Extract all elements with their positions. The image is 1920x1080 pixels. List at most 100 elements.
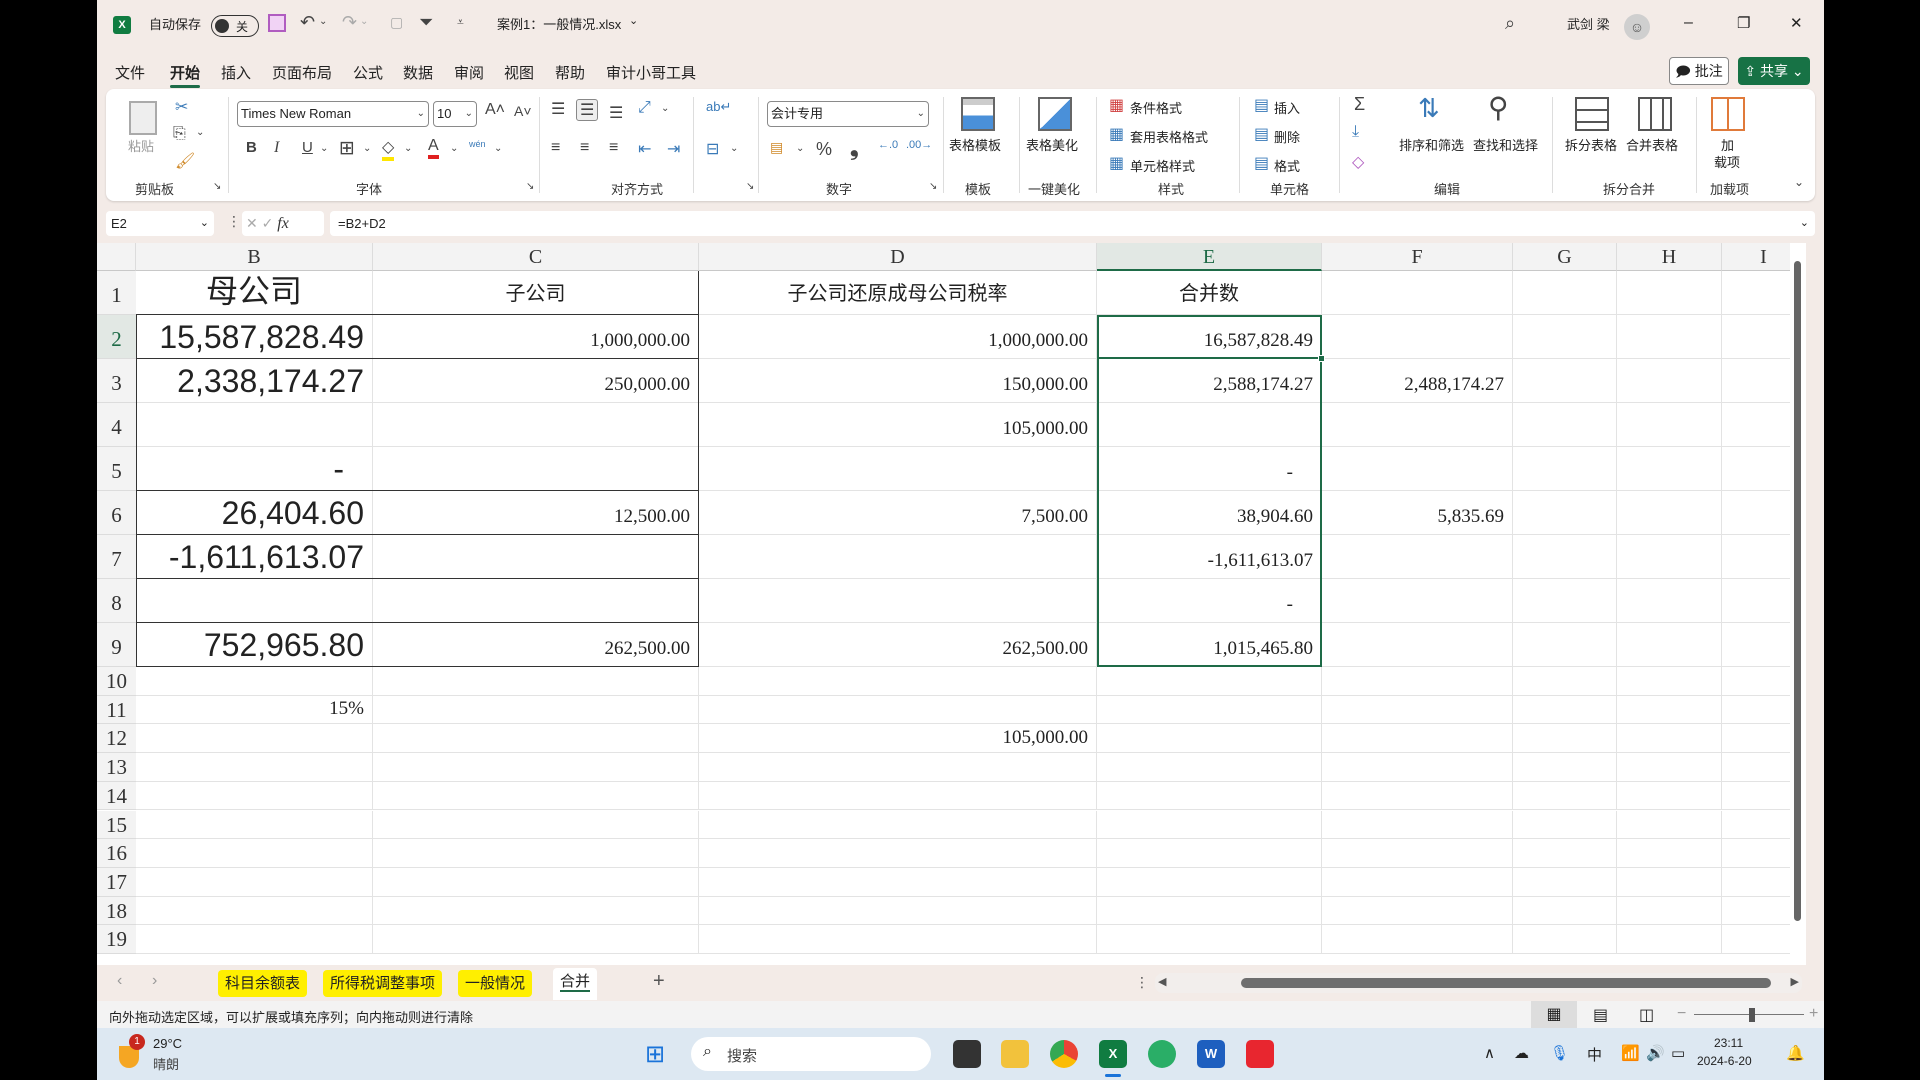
format-painter-icon[interactable]: 🖌 bbox=[175, 151, 195, 171]
cell-d19[interactable] bbox=[699, 925, 1097, 954]
cell-h12[interactable] bbox=[1617, 724, 1722, 754]
tab-insert[interactable]: 插入 bbox=[221, 62, 251, 83]
document-title[interactable]: 案例1：一般情况.xlsx bbox=[497, 14, 621, 33]
cell-f3[interactable]: 2,488,174.27 bbox=[1322, 359, 1513, 403]
cell-c16[interactable] bbox=[373, 839, 699, 868]
cell-f12[interactable] bbox=[1322, 724, 1513, 754]
find-select-button[interactable]: 查找和选择 bbox=[1473, 135, 1538, 154]
paste-icon[interactable] bbox=[129, 101, 157, 135]
cell-g6[interactable] bbox=[1513, 491, 1617, 535]
number-format-select[interactable]: 会计专用 ⌄ bbox=[767, 101, 929, 127]
cell-d16[interactable] bbox=[699, 839, 1097, 868]
zoom-out-icon[interactable]: − bbox=[1677, 1005, 1686, 1023]
fill-handle[interactable] bbox=[1318, 355, 1325, 362]
cut-icon[interactable]: ✂ bbox=[175, 97, 188, 117]
cell-e1[interactable]: 合并数 bbox=[1097, 271, 1322, 315]
cell-h13[interactable] bbox=[1617, 753, 1722, 782]
cell-e6[interactable]: 38,904.60 bbox=[1097, 491, 1322, 535]
align-right-icon[interactable]: ≡ bbox=[609, 139, 618, 157]
cell-f18[interactable] bbox=[1322, 896, 1513, 926]
cell-c6[interactable]: 12,500.00 bbox=[373, 491, 699, 535]
cell-g16[interactable] bbox=[1513, 839, 1617, 868]
customize-qat-icon[interactable]: ⩡ bbox=[457, 15, 464, 30]
cell-b18[interactable] bbox=[136, 896, 373, 926]
insert-cells-button[interactable]: 插入 bbox=[1274, 98, 1300, 117]
cell-b1[interactable]: 母公司 bbox=[136, 271, 373, 315]
cell-h9[interactable] bbox=[1617, 623, 1722, 667]
formula-input[interactable]: =B2+D2 ⌄ bbox=[330, 211, 1815, 236]
cell-h6[interactable] bbox=[1617, 491, 1722, 535]
align-top-icon[interactable]: ☰ bbox=[551, 99, 565, 119]
clear-icon[interactable]: ◇ bbox=[1352, 152, 1364, 172]
cell-b10[interactable] bbox=[136, 667, 373, 696]
fill-dropdown-icon[interactable]: ⌄ bbox=[404, 143, 412, 154]
row-header-9[interactable]: 9 bbox=[97, 623, 136, 667]
cell-d5[interactable] bbox=[699, 447, 1097, 491]
zoom-slider-thumb[interactable] bbox=[1749, 1008, 1755, 1022]
cell-d8[interactable] bbox=[699, 579, 1097, 623]
tab-formulas[interactable]: 公式 bbox=[353, 62, 383, 83]
table-template-button[interactable]: 表格模板 bbox=[949, 135, 1001, 154]
phonetic-icon[interactable]: wén bbox=[469, 139, 486, 149]
cell-h2[interactable] bbox=[1617, 315, 1722, 359]
table-beautify-button[interactable]: 表格美化 bbox=[1026, 135, 1078, 154]
normal-view-icon[interactable]: ▦ bbox=[1531, 1001, 1577, 1028]
wechat-icon[interactable] bbox=[1148, 1040, 1176, 1068]
copy-dropdown-icon[interactable]: ⌄ bbox=[196, 127, 204, 138]
name-box[interactable]: E2 ⌄ bbox=[106, 211, 214, 236]
row-header-4[interactable]: 4 bbox=[97, 403, 136, 447]
cell-h7[interactable] bbox=[1617, 535, 1722, 579]
cell-f6[interactable]: 5,835.69 bbox=[1322, 491, 1513, 535]
column-header-c[interactable]: C bbox=[373, 243, 699, 271]
cell-c9[interactable]: 262,500.00 bbox=[373, 623, 699, 667]
phonetic-dropdown-icon[interactable]: ⌄ bbox=[494, 143, 502, 154]
decrease-font-icon[interactable]: A˅ bbox=[514, 103, 532, 119]
scrollbar-thumb[interactable] bbox=[1794, 261, 1801, 921]
row-header-6[interactable]: 6 bbox=[97, 491, 136, 535]
cell-c5[interactable] bbox=[373, 447, 699, 491]
filter-icon[interactable]: ⏷ bbox=[419, 12, 433, 33]
tab-home[interactable]: 开始 bbox=[170, 62, 201, 88]
cell-b11[interactable]: 15% bbox=[136, 695, 373, 725]
increase-indent-icon[interactable]: ⇥ bbox=[667, 139, 680, 159]
cell-g4[interactable] bbox=[1513, 403, 1617, 447]
row-header-16[interactable]: 16 bbox=[97, 839, 136, 868]
word-icon[interactable]: W bbox=[1197, 1040, 1225, 1068]
cell-d7[interactable] bbox=[699, 535, 1097, 579]
row-header-15[interactable]: 15 bbox=[97, 810, 136, 840]
addins-icon[interactable] bbox=[1711, 97, 1745, 131]
cell-b13[interactable] bbox=[136, 753, 373, 782]
cell-d17[interactable] bbox=[699, 867, 1097, 897]
cell-d4[interactable]: 105,000.00 bbox=[699, 403, 1097, 447]
collapse-ribbon-icon[interactable]: ⌄ bbox=[1794, 175, 1804, 189]
cell-g12[interactable] bbox=[1513, 724, 1617, 754]
font-size-select[interactable]: 10 ⌄ bbox=[433, 101, 477, 127]
cell-e4[interactable] bbox=[1097, 403, 1322, 447]
clock-date[interactable]: 2024-6-20 bbox=[1697, 1054, 1752, 1068]
vertical-scrollbar[interactable] bbox=[1790, 243, 1806, 965]
cell-f14[interactable] bbox=[1322, 781, 1513, 811]
align-center-icon[interactable]: ≡ bbox=[580, 139, 589, 157]
notification-icon[interactable]: 🔔 bbox=[1786, 1044, 1805, 1062]
autosave-toggle[interactable]: 关 bbox=[211, 15, 259, 37]
row-header-2[interactable]: 2 bbox=[97, 315, 136, 359]
cell-e13[interactable] bbox=[1097, 753, 1322, 782]
fill-color-icon[interactable]: ◇ bbox=[382, 137, 395, 161]
avatar[interactable]: ☺ bbox=[1624, 14, 1650, 40]
underline-dropdown-icon[interactable]: ⌄ bbox=[320, 143, 328, 154]
cell-g10[interactable] bbox=[1513, 667, 1617, 696]
cell-b16[interactable] bbox=[136, 839, 373, 868]
clock-time[interactable]: 23:11 bbox=[1714, 1036, 1743, 1050]
cell-b12[interactable] bbox=[136, 724, 373, 754]
cell-c3[interactable]: 250,000.00 bbox=[373, 359, 699, 403]
cell-g15[interactable] bbox=[1513, 810, 1617, 840]
merge-table-button[interactable]: 合并表格 bbox=[1626, 135, 1678, 154]
row-header-11[interactable]: 11 bbox=[97, 695, 136, 725]
cell-f1[interactable] bbox=[1322, 271, 1513, 315]
cell-c10[interactable] bbox=[373, 667, 699, 696]
cell-b5[interactable]: - bbox=[136, 447, 373, 491]
insert-cells-icon[interactable]: ▤ bbox=[1254, 95, 1269, 115]
cell-c18[interactable] bbox=[373, 896, 699, 926]
next-sheet-icon[interactable]: › bbox=[152, 972, 157, 990]
merge-dropdown-icon[interactable]: ⌄ bbox=[730, 143, 738, 154]
